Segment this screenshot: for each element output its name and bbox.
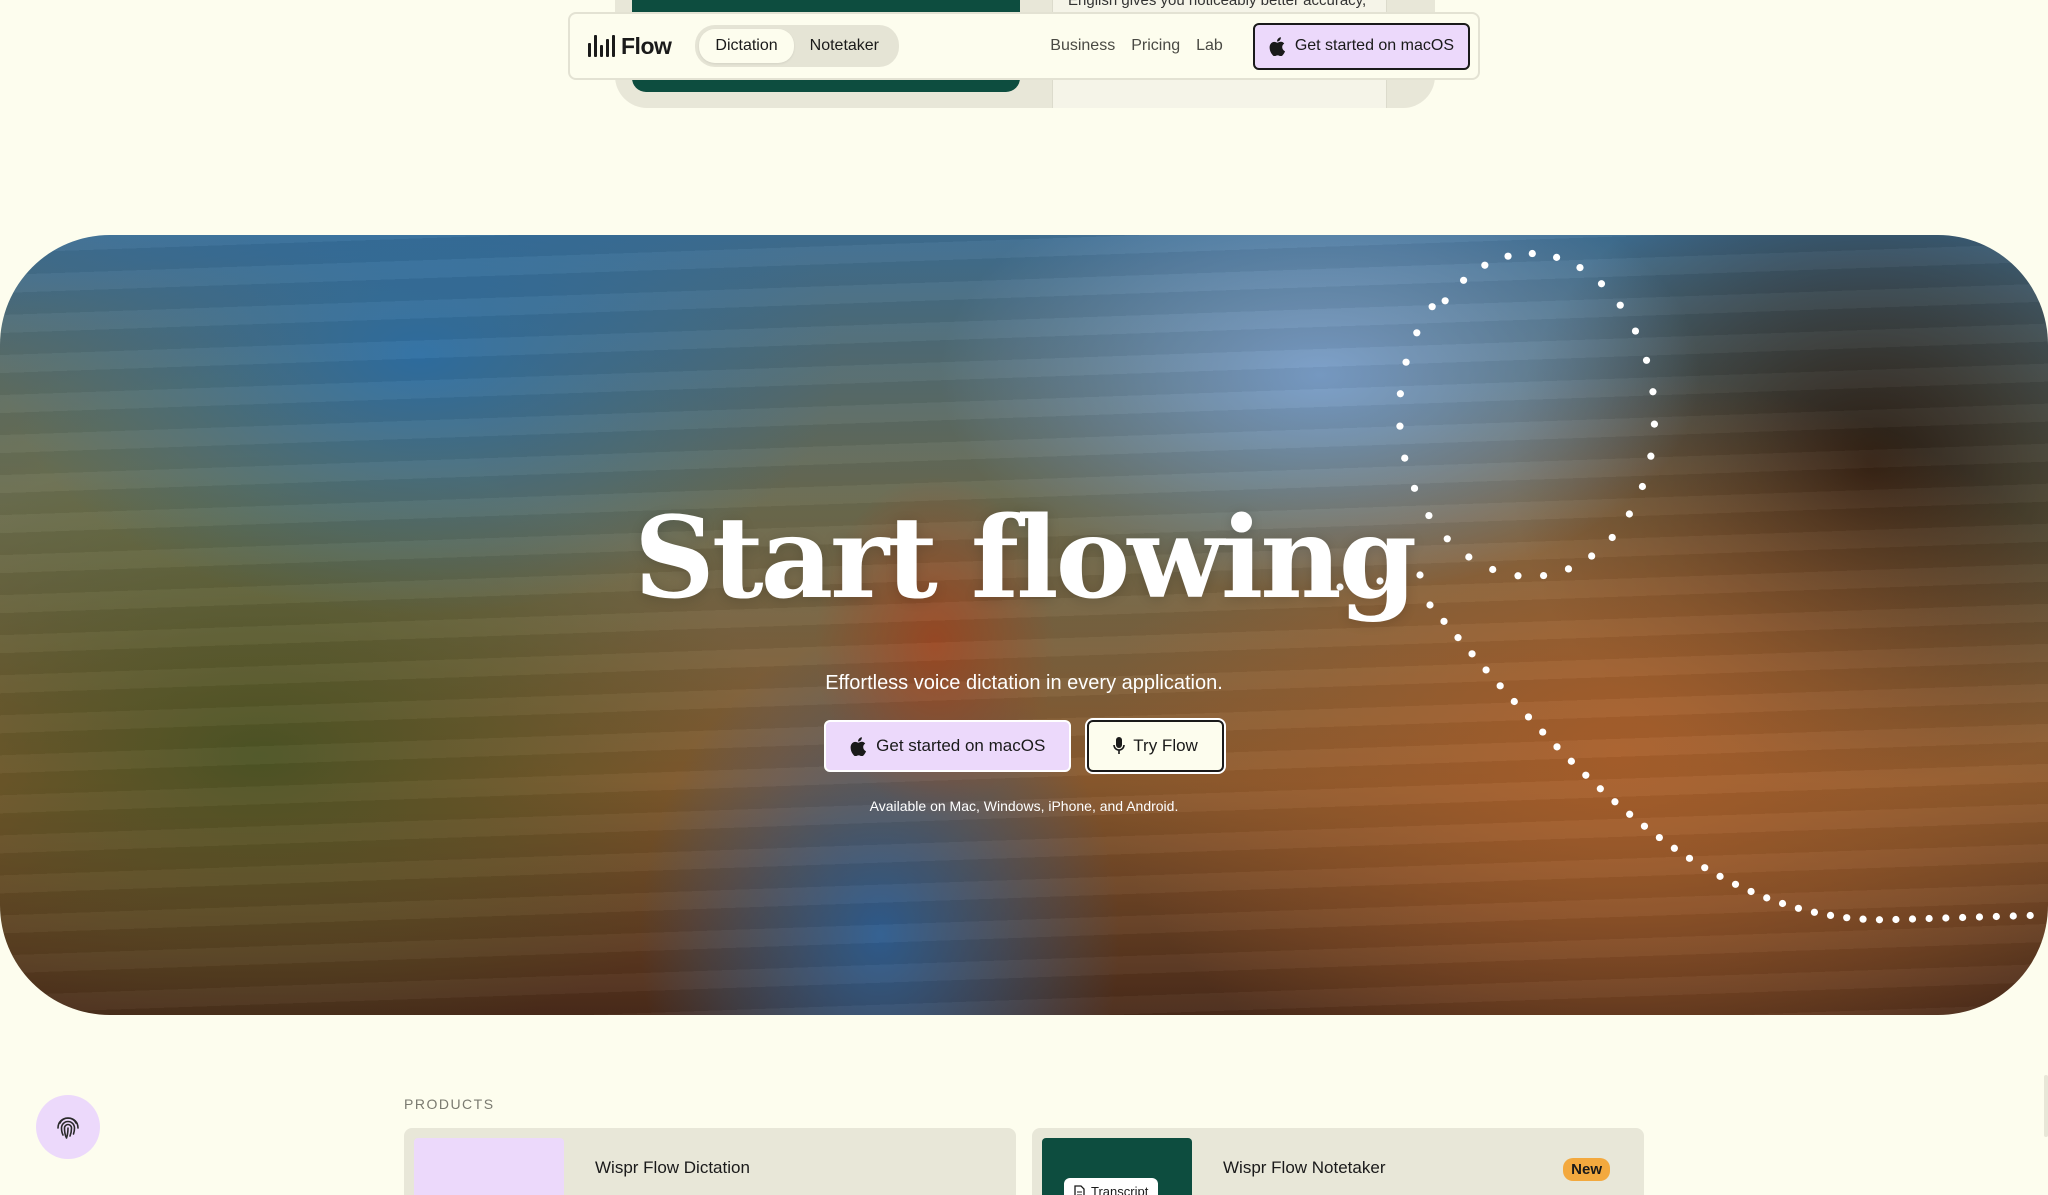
swirl-dot [1596, 785, 1604, 793]
swirl-dot [1810, 908, 1819, 916]
swirl-dot [1647, 452, 1655, 460]
tab-notetaker[interactable]: Notetaker [794, 29, 895, 63]
swirl-dot [1576, 264, 1584, 272]
swirl-dot [1640, 822, 1649, 830]
try-flow-button[interactable]: Try Flow [1087, 720, 1224, 772]
swirl-dot [1875, 916, 1884, 924]
swirl-dot [1642, 356, 1651, 364]
nav-get-started-button[interactable]: Get started on macOS [1252, 22, 1470, 70]
swirl-dot [1441, 297, 1449, 305]
swirl-dot [1396, 422, 1404, 430]
swirl-dot [1616, 301, 1624, 309]
swirl-dot [1402, 358, 1410, 366]
product-switcher: Dictation Notetaker [695, 25, 900, 67]
swirl-dot [1763, 894, 1771, 902]
nav-link-pricing[interactable]: Pricing [1131, 37, 1180, 55]
dotted-swirl-decoration [1316, 249, 2034, 924]
product-title-notetaker: Wispr Flow Notetaker [1223, 1158, 1386, 1177]
swirl-dot [2026, 911, 2034, 920]
swirl-dot [1631, 327, 1640, 335]
swirl-dot [1413, 329, 1421, 337]
privacy-fingerprint-button[interactable] [36, 1095, 100, 1159]
swirl-dot [1716, 872, 1724, 880]
top-nav: Flow Dictation Notetaker Business Pricin… [568, 12, 1480, 80]
hero-get-started-button[interactable]: Get started on macOS [824, 720, 1072, 772]
swirl-dot [1826, 911, 1835, 920]
swirl-dot [1454, 634, 1462, 642]
apple-icon [850, 736, 867, 756]
swirl-dot [1428, 303, 1436, 311]
swirl-dot [1778, 899, 1787, 908]
document-icon [1074, 1184, 1085, 1195]
waveform-logo-icon [588, 35, 615, 57]
swirl-dot [1747, 887, 1755, 896]
swirl-dot [1481, 261, 1489, 269]
dictation-thumbnail [414, 1138, 564, 1195]
swirl-dot [1396, 390, 1404, 398]
swirl-dot [1701, 864, 1709, 872]
microphone-icon [1113, 737, 1126, 754]
swirl-dot [1638, 482, 1647, 491]
scrollbar-thumb[interactable] [2044, 1075, 2048, 1137]
hero-buttons: Get started on macOS Try Flow [0, 720, 2048, 772]
swirl-dot [1942, 914, 1950, 922]
try-flow-label: Try Flow [1133, 736, 1198, 755]
previous-section-document-text: English gives you noticeably better accu… [1068, 0, 1367, 9]
logo[interactable]: Flow [588, 32, 672, 60]
swirl-dot [1528, 249, 1536, 258]
swirl-dot [1843, 914, 1851, 922]
swirl-dot [1859, 915, 1867, 923]
nav-links: Business Pricing Lab Get started on macO… [1050, 22, 1470, 70]
swirl-dot [1908, 915, 1917, 923]
swirl-dot [1582, 771, 1590, 779]
nav-link-business[interactable]: Business [1050, 37, 1115, 55]
swirl-dot [1410, 484, 1419, 492]
hero-title: Start flowing [633, 493, 1417, 624]
availability-note: Available on Mac, Windows, iPhone, and A… [869, 798, 1179, 814]
transcript-chip: Transcript [1064, 1178, 1159, 1195]
logo-text: Flow [621, 32, 672, 59]
product-card-notetaker[interactable]: Transcript Wispr Flow Notetaker New [1032, 1128, 1644, 1195]
swirl-dot [1685, 854, 1694, 862]
swirl-dot [1552, 253, 1561, 261]
swirl-dot [1794, 904, 1803, 912]
swirl-dot [1655, 833, 1663, 842]
hero-section: Start flowing Effortless voice dictation… [0, 235, 2048, 1015]
hero-subtitle: Effortless voice dictation in every appl… [825, 672, 1223, 694]
nav-link-lab[interactable]: Lab [1196, 37, 1223, 55]
swirl-dot [1959, 913, 1967, 922]
swirl-dot [1401, 454, 1409, 462]
swirl-dot [2009, 912, 2017, 920]
swirl-dot [1925, 914, 1933, 923]
swirl-dot [1650, 420, 1659, 428]
hero-get-started-label: Get started on macOS [876, 736, 1046, 755]
swirl-dot [1992, 912, 2000, 921]
swirl-dot [1649, 388, 1657, 396]
swirl-dot [1468, 650, 1476, 658]
swirl-dot [1731, 880, 1740, 888]
product-title-dictation: Wispr Flow Dictation [595, 1158, 750, 1177]
swirl-dot [1504, 252, 1512, 260]
product-card-dictation[interactable]: Wispr Flow Dictation [404, 1128, 1016, 1195]
swirl-dot [1670, 844, 1678, 852]
new-badge: New [1563, 1158, 1610, 1181]
apple-icon [1269, 36, 1285, 56]
nav-get-started-label: Get started on macOS [1294, 37, 1454, 54]
swirl-dot [1975, 913, 1984, 921]
swirl-dot [1510, 697, 1518, 706]
products-heading: PRODUCTS [404, 1096, 495, 1112]
swirl-dot [1459, 276, 1468, 284]
notetaker-thumbnail: Transcript [1042, 1138, 1192, 1195]
transcript-chip-label: Transcript [1091, 1184, 1149, 1195]
swirl-dot [1892, 915, 1900, 924]
swirl-dot [1597, 280, 1606, 288]
tab-dictation[interactable]: Dictation [699, 29, 794, 63]
fingerprint-icon [57, 1117, 79, 1139]
